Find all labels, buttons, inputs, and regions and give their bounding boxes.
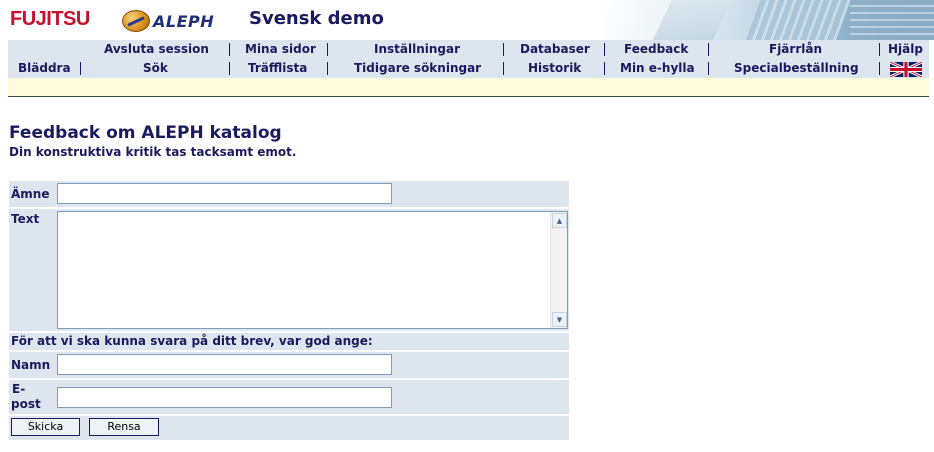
nav-separator [708,62,709,75]
nav-separator [604,62,605,75]
header: FUJITSU ALEPH Svensk demo [0,0,934,40]
uk-flag-icon[interactable] [890,62,922,77]
name-label: Namn [11,358,51,372]
email-label: E- post [11,382,41,412]
email-row: E- post [9,380,569,414]
nav-separator [604,43,605,56]
nav-my-pages-link[interactable]: Mina sidor [245,42,316,56]
nav-special-order-link[interactable]: Specialbeställning [734,61,859,75]
nav-results-list-link[interactable]: Träfflista [248,61,307,75]
aleph-logo: ALEPH [122,8,214,34]
reset-button[interactable]: Rensa [89,418,159,436]
aleph-globe-icon [122,10,150,32]
site-title: Svensk demo [249,8,384,29]
name-input[interactable] [57,354,392,375]
header-building-image [600,0,934,40]
message-textarea[interactable] [57,211,568,329]
nav-separator [503,43,504,56]
text-label: Text [11,212,40,226]
nav-separator [708,43,709,56]
divider [8,96,929,97]
nav-e-shelf-link[interactable]: Min e-hylla [620,61,695,75]
fujitsu-logo: FUJITSU [10,8,90,30]
textarea-scrollbar[interactable]: ▲ ▼ [550,212,567,328]
page-title: Feedback om ALEPH katalog [9,123,282,143]
nav-separator [879,43,880,56]
scroll-up-icon[interactable]: ▲ [552,213,567,228]
nav-separator [229,43,230,56]
subject-row: Ämne [9,181,569,207]
page-subtitle: Din konstruktiva kritik tas tacksamt emo… [9,145,297,159]
nav-settings-link[interactable]: Inställningar [374,42,460,56]
nav-row-search: Bläddra Sök Träfflista Tidigare sökninga… [8,59,929,78]
subject-input[interactable] [57,183,392,204]
name-row: Namn [9,352,569,378]
nav-ill-link[interactable]: Fjärrlån [769,42,822,56]
nav-logout-link[interactable]: Avsluta session [104,42,209,56]
scroll-down-icon[interactable]: ▼ [552,312,567,327]
aleph-logo-text: ALEPH [153,11,215,31]
message-bar [8,78,929,96]
nav-search-link[interactable]: Sök [143,61,168,75]
nav-previous-searches-link[interactable]: Tidigare sökningar [354,61,481,75]
subject-label: Ämne [11,187,50,201]
email-input[interactable] [57,387,392,408]
nav-separator [327,43,328,56]
contact-note: För att vi ska kunna svara på ditt brev,… [11,334,373,348]
nav-databases-link[interactable]: Databaser [520,42,590,56]
nav-browse-link[interactable]: Bläddra [18,61,71,75]
nav-separator [503,62,504,75]
nav-row-session: Avsluta session Mina sidor Inställningar… [8,40,929,59]
nav-separator [879,62,880,75]
submit-button[interactable]: Skicka [11,418,80,436]
buttons-row: Skicka Rensa [9,416,569,440]
email-label-line2: post [11,397,41,411]
nav-separator [229,62,230,75]
text-row: Text ▲ ▼ [9,209,569,331]
nav-history-link[interactable]: Historik [528,61,581,75]
nav-feedback-link[interactable]: Feedback [624,42,688,56]
nav-separator [80,62,81,75]
contact-note-row: För att vi ska kunna svara på ditt brev,… [9,333,569,350]
nav-separator [327,62,328,75]
email-label-line1: E- [12,382,26,396]
nav-help-link[interactable]: Hjälp [888,42,923,56]
main-navigation: Avsluta session Mina sidor Inställningar… [8,40,929,78]
feedback-form: Ämne Text ▲ ▼ För att vi ska kunna svara… [9,181,569,440]
